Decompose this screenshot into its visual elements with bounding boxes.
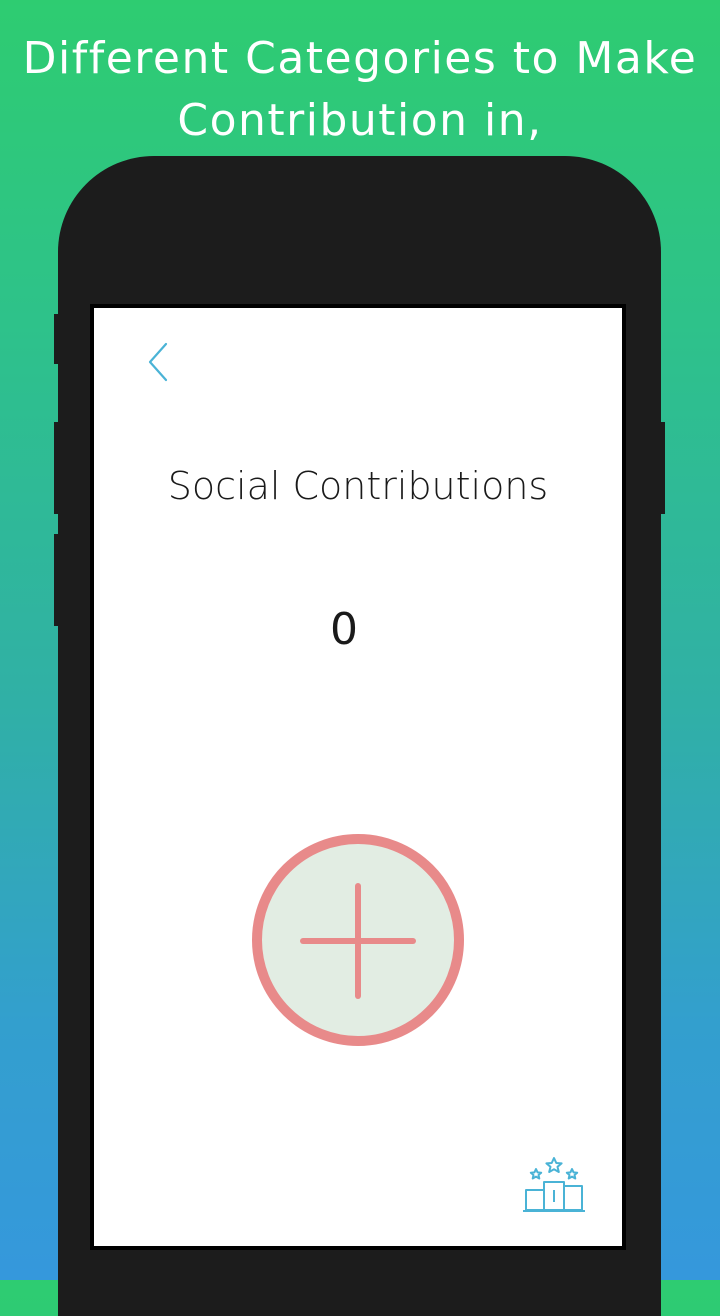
podium-icon	[523, 1157, 585, 1212]
chevron-left-icon	[148, 342, 168, 382]
phone-screen: Social Contributions 0	[90, 304, 626, 1250]
headline-line-1: Different Categories to Make	[22, 33, 698, 84]
app-screen: Social Contributions 0	[94, 308, 622, 1246]
plus-icon	[252, 834, 464, 1046]
page-title: Social Contributions	[167, 464, 549, 508]
headline: Different Categories to Make Contributio…	[0, 28, 720, 152]
leaderboard-button[interactable]	[522, 1156, 586, 1214]
add-contribution-button[interactable]	[250, 828, 470, 1052]
back-button[interactable]	[138, 338, 178, 386]
headline-line-2: Contribution in,	[177, 95, 543, 146]
contribution-count: 0	[330, 604, 358, 655]
